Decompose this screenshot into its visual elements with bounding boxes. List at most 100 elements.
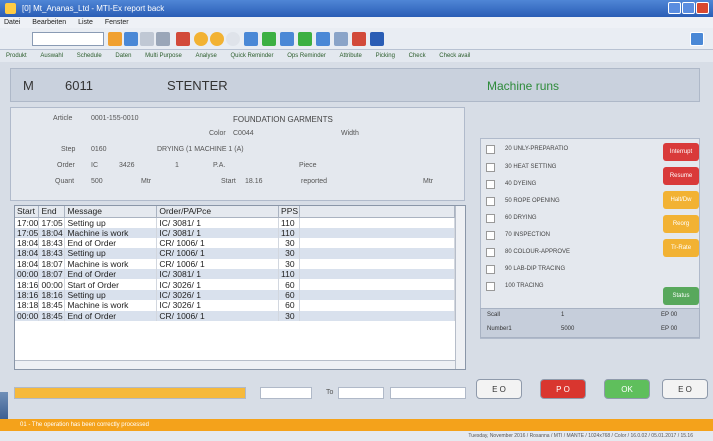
resume-button[interactable]: Resume xyxy=(663,167,699,185)
step-checkbox[interactable] xyxy=(486,163,495,172)
column-header-start[interactable]: Start xyxy=(15,206,40,218)
eo-button[interactable]: E O xyxy=(476,379,522,399)
horizontal-scrollbar[interactable] xyxy=(15,360,455,369)
menu-item[interactable]: Datei xyxy=(4,19,20,26)
step-checkbox[interactable] xyxy=(486,197,495,206)
interrupt-button[interactable]: Interrupt xyxy=(663,143,699,161)
cell-start: 18:18 xyxy=(15,300,40,311)
step-checkbox[interactable] xyxy=(486,180,495,189)
cell-pps: 60 xyxy=(278,279,300,290)
order-label: Order xyxy=(57,162,75,169)
tab[interactable]: Daten xyxy=(115,53,131,59)
tab[interactable]: Ops Reminder xyxy=(287,53,326,59)
cell-empty xyxy=(299,217,456,228)
refresh-icon[interactable] xyxy=(298,32,312,46)
width-label: Width xyxy=(341,130,359,137)
cut-icon[interactable] xyxy=(140,32,154,46)
menu-item[interactable]: Bearbeiten xyxy=(32,19,66,26)
table-row[interactable]: 18:04 18:43 End of Order CR/ 1006/ 1 30 xyxy=(15,237,456,249)
close-button[interactable] xyxy=(696,2,709,14)
summary-cell: EP 00 xyxy=(661,312,678,318)
menu-item[interactable]: Fenster xyxy=(105,19,129,26)
cell-empty xyxy=(299,248,456,259)
cell-message: Setting up xyxy=(64,289,158,301)
add-icon[interactable] xyxy=(244,32,258,46)
cell-end: 00:00 xyxy=(38,279,66,290)
toolbar-search-input[interactable] xyxy=(32,32,104,46)
summary-cell: Number1 xyxy=(487,326,512,332)
step-checkbox[interactable] xyxy=(486,282,495,291)
close-doc-icon[interactable] xyxy=(156,32,170,46)
order-number: 3426 xyxy=(119,162,135,169)
circle-icon-3[interactable] xyxy=(226,32,240,46)
step-checkbox[interactable] xyxy=(486,214,495,223)
range-extra-field[interactable] xyxy=(390,387,466,399)
save-icon[interactable] xyxy=(124,32,138,46)
tab[interactable]: Check xyxy=(409,53,426,59)
po-button[interactable]: P O xyxy=(540,379,586,399)
ok-button[interactable]: OK xyxy=(604,379,650,399)
table-row[interactable]: 18:18 18:45 Machine is work IC/ 3026/ 1 60 xyxy=(15,300,456,311)
add-green-icon[interactable] xyxy=(262,32,276,46)
menu-item[interactable]: Liste xyxy=(78,19,93,26)
tab[interactable]: Produkt xyxy=(6,53,27,59)
list-icon[interactable] xyxy=(334,32,348,46)
tab[interactable]: Auswahl xyxy=(40,53,63,59)
column-header-end[interactable]: End xyxy=(38,206,66,218)
help-icon[interactable] xyxy=(370,32,384,46)
table-row[interactable]: 00:00 18:07 End of Order IC/ 3081/ 1 110 xyxy=(15,269,456,280)
step-checkbox[interactable] xyxy=(486,231,495,240)
undo-icon[interactable] xyxy=(176,32,190,46)
step-label: 60 DRYING xyxy=(505,215,537,221)
check-icon[interactable] xyxy=(690,32,704,46)
table-row[interactable]: 18:04 18:07 Machine is work CR/ 1006/ 1 30 xyxy=(15,258,456,270)
circle-icon-2[interactable] xyxy=(210,32,224,46)
table-row[interactable]: 17:00 17:05 Setting up IC/ 3081/ 1 110 xyxy=(15,217,456,228)
tab[interactable]: Multi Purpose xyxy=(145,53,182,59)
print-icon[interactable] xyxy=(352,32,366,46)
progress-bar xyxy=(14,387,246,399)
step-label: 40 DYEING xyxy=(505,181,537,187)
tab[interactable]: Schedule xyxy=(77,53,102,59)
tab[interactable]: Check avail xyxy=(439,53,470,59)
table-row[interactable]: 00:00 18:45 End of Order CR/ 1006/ 1 30 xyxy=(15,310,456,322)
plus-icon-2[interactable] xyxy=(316,32,330,46)
cell-empty xyxy=(299,227,456,238)
table-row[interactable]: 18:04 18:43 Setting up CR/ 1006/ 1 30 xyxy=(15,248,456,259)
summary-cell: 1 xyxy=(561,312,565,318)
tab[interactable]: Quick Reminder xyxy=(231,53,274,59)
step-checkbox[interactable] xyxy=(486,265,495,274)
maximize-button[interactable] xyxy=(682,2,695,14)
table-row[interactable]: 18:16 00:00 Start of Order IC/ 3026/ 1 60 xyxy=(15,279,456,290)
tab[interactable]: Picking xyxy=(376,53,395,59)
table-row[interactable]: 18:16 18:16 Setting up IC/ 3026/ 1 60 xyxy=(15,289,456,301)
application-window: [0] Mt_Ananas_Ltd - MTI-Ex report back D… xyxy=(0,0,713,441)
minimize-button[interactable] xyxy=(668,2,681,14)
step-checkbox[interactable] xyxy=(486,248,495,257)
range-to-field[interactable] xyxy=(338,387,384,399)
column-header-message[interactable]: Message xyxy=(64,206,158,218)
reorg-button[interactable]: Reorg xyxy=(663,215,699,233)
tab-strip: Produkt Auswahl Schedule Daten Multi Pur… xyxy=(0,50,713,62)
range-from-field[interactable] xyxy=(260,387,312,399)
article-description: FOUNDATION GARMENTS xyxy=(233,115,333,124)
cell-empty xyxy=(299,310,456,322)
circle-icon[interactable] xyxy=(194,32,208,46)
table-row[interactable]: 17:05 18:04 Machine is work IC/ 3081/ 1 110 xyxy=(15,227,456,238)
cell-pps: 30 xyxy=(278,310,300,322)
vertical-scrollbar[interactable] xyxy=(455,206,465,369)
folder-icon[interactable] xyxy=(108,32,122,46)
tab[interactable]: Analyse xyxy=(195,53,216,59)
step-checkbox[interactable] xyxy=(486,145,495,154)
column-header-order[interactable]: Order/PA/Pce xyxy=(156,206,280,218)
cell-pps: 110 xyxy=(278,227,300,238)
unit-right: Mtr xyxy=(423,178,434,185)
plus-icon[interactable] xyxy=(280,32,294,46)
tab[interactable]: Attribute xyxy=(340,53,362,59)
status-button[interactable]: Status xyxy=(663,287,699,305)
title-bar: [0] Mt_Ananas_Ltd - MTI-Ex report back xyxy=(0,0,713,17)
halt-button[interactable]: Halt/Dw xyxy=(663,191,699,209)
rate-button[interactable]: Tr-Rate xyxy=(663,239,699,257)
eo-button-right[interactable]: E O xyxy=(662,379,708,399)
column-header-pps[interactable]: PPS xyxy=(278,206,300,218)
